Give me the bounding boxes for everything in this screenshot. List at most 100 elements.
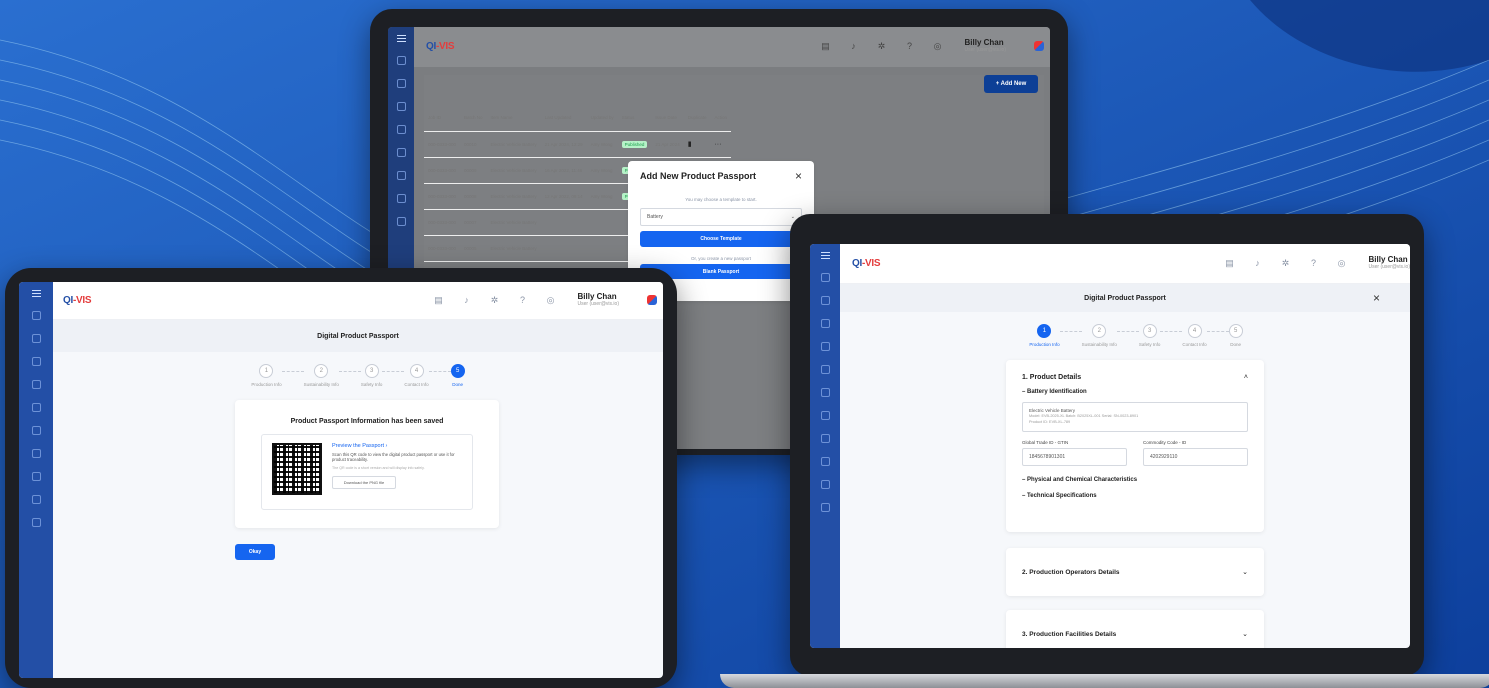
step-1[interactable]: 1 Production Info	[251, 364, 282, 387]
user-info[interactable]: Billy Chan User (user@vis.io)	[965, 39, 1006, 53]
step-4[interactable]: 4 Contact Info	[404, 364, 429, 387]
gear-icon[interactable]: ✲	[490, 295, 500, 306]
column-header[interactable]: Batch No	[460, 105, 487, 132]
chat-icon[interactable]: ▤	[821, 41, 831, 52]
menu-icon[interactable]	[396, 35, 406, 42]
battery-identification-toggle[interactable]: – Battery Identification	[1022, 389, 1248, 395]
step-5[interactable]: 5 Done	[1228, 324, 1243, 347]
table-row[interactable]: 000-0333-000 00010 Electric Vehicle Batter…	[424, 131, 731, 158]
help-icon[interactable]: ?	[905, 41, 915, 51]
nav-icon-3[interactable]	[820, 319, 830, 328]
menu-icon[interactable]	[820, 252, 830, 259]
menu-icon[interactable]	[31, 290, 41, 297]
nav-icon-5[interactable]	[396, 148, 406, 157]
step-3[interactable]: 3 Safety Info	[1139, 324, 1160, 347]
nav-icon-1[interactable]	[396, 56, 406, 65]
nav-icon-6[interactable]	[396, 171, 406, 180]
nav-icon-7[interactable]	[31, 449, 41, 458]
nav-icon-4[interactable]	[31, 380, 41, 389]
nav-icon-2[interactable]	[820, 296, 830, 305]
globe-icon[interactable]: ◎	[933, 41, 943, 52]
column-header[interactable]: Item Name	[486, 105, 541, 132]
preview-passport-link[interactable]: Preview the Passport ›	[332, 443, 462, 449]
nav-icon-7[interactable]	[820, 411, 830, 420]
bell-icon[interactable]: ♪	[849, 41, 859, 51]
column-header[interactable]: Job ID	[424, 105, 461, 132]
template-select[interactable]: Battery ⌄	[640, 208, 802, 226]
nav-icon-2[interactable]	[31, 334, 41, 343]
step-label: Sustainability Info	[303, 382, 339, 387]
step-2[interactable]: 2 Sustainability Info	[304, 364, 339, 387]
avatar[interactable]	[1034, 41, 1044, 52]
top-bar: QI-VIS ▤ ♪ ✲ ? ◎ Billy Chan User (user@vi…	[414, 27, 1050, 67]
duplicate-icon[interactable]: ▮	[688, 141, 692, 148]
nav-icon-3[interactable]	[396, 102, 406, 111]
globe-icon[interactable]: ◎	[546, 295, 556, 306]
nav-icon-8[interactable]	[820, 434, 830, 443]
nav-icon-1[interactable]	[31, 311, 41, 320]
nav-icon-9[interactable]	[820, 457, 830, 466]
user-info[interactable]: Billy Chan User (user@vis.io)	[578, 293, 619, 307]
technical-specifications-toggle[interactable]: – Technical Specifications	[1022, 493, 1248, 499]
close-icon[interactable]: ×	[1373, 291, 1380, 305]
bell-icon[interactable]: ♪	[462, 295, 472, 305]
nav-icon-10[interactable]	[820, 480, 830, 489]
nav-icon-6[interactable]	[820, 388, 830, 397]
nav-icon-5[interactable]	[820, 365, 830, 374]
operators-details-card[interactable]: 2. Production Operators Details ⌄	[1006, 548, 1264, 596]
choose-template-button[interactable]: Choose Template	[640, 231, 802, 247]
close-icon[interactable]: ×	[795, 169, 802, 183]
bell-icon[interactable]: ♪	[1253, 258, 1263, 268]
nav-icon-1[interactable]	[820, 273, 830, 282]
physical-characteristics-toggle[interactable]: – Physical and Chemical Characteristics	[1022, 477, 1248, 483]
nav-icon-4[interactable]	[396, 125, 406, 134]
chat-icon[interactable]: ▤	[434, 295, 444, 306]
commodity-code-field[interactable]: 4202929110	[1143, 448, 1248, 466]
gtin-field[interactable]: 1845678901301	[1022, 448, 1127, 466]
column-header[interactable]: Issue Date	[651, 105, 684, 132]
facilities-details-card[interactable]: 3. Production Facilities Details ⌄	[1006, 610, 1264, 648]
modal-hint: You may choose a template to start.	[685, 197, 757, 202]
step-5[interactable]: 5 Done	[450, 364, 465, 387]
step-4[interactable]: 4 Contact Info	[1182, 324, 1207, 347]
nav-icon-8[interactable]	[396, 217, 406, 226]
user-info[interactable]: Billy Chan User (user@vis.io)	[1369, 256, 1410, 270]
column-header[interactable]: Last Updated	[540, 105, 587, 132]
globe-icon[interactable]: ◎	[1337, 258, 1347, 269]
help-icon[interactable]: ?	[518, 295, 528, 305]
avatar[interactable]	[647, 295, 657, 306]
nav-icon-10[interactable]	[31, 518, 41, 527]
nav-icon-9[interactable]	[31, 495, 41, 504]
step-label: Sustainability Info	[1081, 342, 1117, 347]
step-label: Done	[1230, 342, 1242, 347]
step-1[interactable]: 1 Production Info	[1029, 324, 1060, 347]
nav-icon-4[interactable]	[820, 342, 830, 351]
nav-icon-2[interactable]	[396, 79, 406, 88]
chat-icon[interactable]: ▤	[1225, 258, 1235, 269]
column-header[interactable]: Action	[710, 105, 731, 132]
add-new-button[interactable]: + Add New	[984, 75, 1038, 93]
nav-icon-5[interactable]	[31, 403, 41, 412]
nav-icon-7[interactable]	[396, 194, 406, 203]
qr-code-image	[272, 443, 322, 495]
help-icon[interactable]: ?	[1309, 258, 1319, 268]
step-3[interactable]: 3 Safety Info	[361, 364, 382, 387]
table-cell-duplicate: ▮	[683, 131, 711, 158]
nav-icon-11[interactable]	[820, 503, 830, 512]
download-png-button[interactable]: Download the PNG file	[332, 475, 396, 489]
step-2[interactable]: 2 Sustainability Info	[1082, 324, 1117, 347]
chevron-down-icon[interactable]: ⌄	[1242, 568, 1248, 576]
column-header[interactable]: Status	[617, 105, 652, 132]
gear-icon[interactable]: ✲	[1281, 258, 1291, 269]
step-number: 1	[1037, 324, 1052, 338]
more-actions-icon[interactable]: ···	[714, 141, 721, 148]
column-header[interactable]: Duplicate	[683, 105, 711, 132]
column-header[interactable]: Updated by	[586, 105, 618, 132]
nav-icon-3[interactable]	[31, 357, 41, 366]
nav-icon-8[interactable]	[31, 472, 41, 481]
okay-button[interactable]: Okay	[235, 544, 275, 560]
gear-icon[interactable]: ✲	[877, 41, 887, 52]
chevron-down-icon[interactable]: ⌄	[1242, 630, 1248, 638]
nav-icon-6[interactable]	[31, 426, 41, 435]
chevron-up-icon[interactable]: ˄	[1244, 374, 1248, 381]
